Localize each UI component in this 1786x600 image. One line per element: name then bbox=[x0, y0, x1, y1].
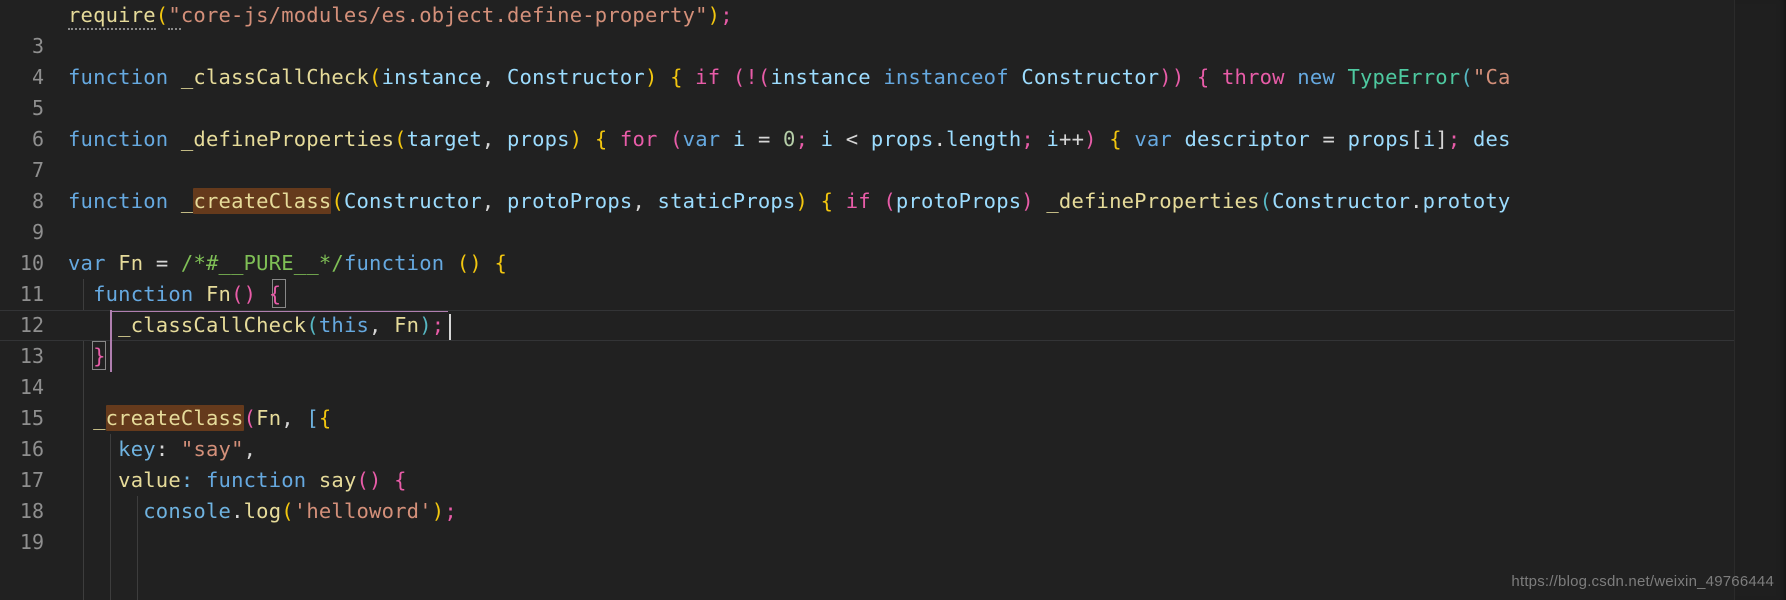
editor-line[interactable]: 15 bbox=[0, 372, 1786, 430]
line-content: function _createClass(Constructor, proto… bbox=[68, 188, 1511, 214]
line-content: require("core-js/modules/es.object.defin… bbox=[68, 0, 733, 31]
line-number: 19 bbox=[19, 530, 44, 554]
line-content: _createClass(Fn, [{ bbox=[93, 405, 332, 431]
find-match-highlight: createClass bbox=[193, 188, 332, 214]
line-content: value: function say() { bbox=[118, 468, 407, 492]
editor-line[interactable]: 9 function _createClass(Constructor, pro… bbox=[0, 186, 1786, 244]
editor-line[interactable]: 19 console.log('helloword'); bbox=[0, 496, 1786, 554]
find-match-highlight: createClass bbox=[105, 405, 244, 431]
watermark-text: https://blog.csdn.net/weixin_49766444 bbox=[1511, 573, 1774, 590]
editor-line[interactable]: 14 } bbox=[0, 341, 1786, 399]
editor-line[interactable]: 17 key: "say", bbox=[0, 434, 1786, 492]
line-content: function Fn() { bbox=[93, 282, 282, 306]
editor-line[interactable]: 4 bbox=[0, 31, 1786, 89]
editor-line[interactable]: 6 bbox=[0, 93, 1786, 151]
editor-right-edge-divider bbox=[1734, 0, 1786, 600]
editor-line[interactable]: 11 var Fn = /*#__PURE__*/function () { bbox=[0, 248, 1786, 306]
line-content: key: "say", bbox=[118, 437, 257, 461]
line-content: function _classCallCheck(instance, Const… bbox=[68, 65, 1511, 89]
editor-line[interactable]: 8 bbox=[0, 155, 1786, 213]
editor-line[interactable]: 10 bbox=[0, 217, 1786, 275]
code-editor[interactable]: 3 require("core-js/modules/es.object.def… bbox=[0, 0, 1786, 600]
line-content: _classCallCheck(this, Fn); bbox=[118, 313, 445, 337]
editor-line[interactable]: 18 value: function say() { bbox=[0, 465, 1786, 523]
line-content: } bbox=[93, 344, 106, 368]
editor-line[interactable]: 7 function _defineProperties(target, pro… bbox=[0, 124, 1786, 182]
line-content: console.log('helloword'); bbox=[143, 499, 457, 523]
editor-line[interactable]: 12 function Fn() { bbox=[0, 279, 1786, 337]
line-content: function _defineProperties(target, props… bbox=[68, 127, 1511, 151]
editor-line-current[interactable]: 13 _classCallCheck(this, Fn); bbox=[0, 310, 1786, 368]
editor-line[interactable]: 16 _createClass(Fn, [{ bbox=[0, 403, 1786, 461]
editor-line[interactable]: 5 function _classCallCheck(instance, Con… bbox=[0, 62, 1786, 120]
editor-line[interactable]: 3 require("core-js/modules/es.object.def… bbox=[0, 0, 1786, 58]
line-content: var Fn = /*#__PURE__*/function () { bbox=[68, 251, 508, 275]
